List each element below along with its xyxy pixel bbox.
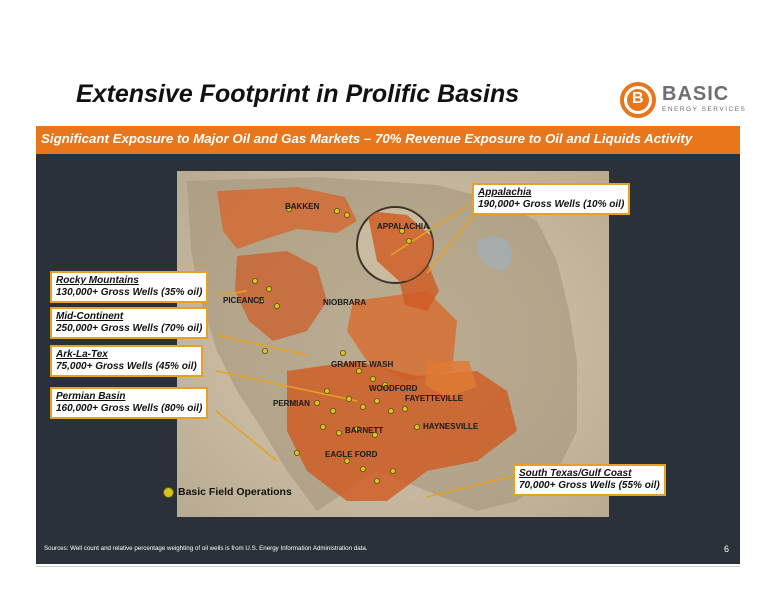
field-marker: [369, 375, 376, 382]
field-marker: [343, 457, 350, 464]
basic-energy-logo: B BASIC ENERGY SERVICES: [620, 80, 745, 120]
footer-rule: [36, 566, 740, 567]
label-bakken: BAKKEN: [285, 202, 319, 211]
callout-ark-la-tex-name: Ark-La-Tex: [56, 349, 108, 360]
callout-appalachia: Appalachia 190,000+ Gross Wells (10% oil…: [472, 183, 631, 215]
label-woodford: WOODFORD: [369, 384, 418, 393]
field-marker: [335, 429, 342, 436]
field-marker: [405, 238, 412, 245]
field-marker: [252, 278, 259, 285]
label-barnett: BARNETT: [345, 426, 383, 435]
label-granite-wash: GRANITE WASH: [331, 360, 393, 369]
callout-south-texas-detail: 70,000+ Gross Wells (55% oil): [519, 480, 660, 491]
field-marker: [294, 449, 301, 456]
legend-label: Basic Field Operations: [178, 486, 292, 498]
label-niobrara: NIOBRARA: [323, 298, 366, 307]
callout-ark-la-tex: Ark-La-Tex 75,000+ Gross Wells (45% oil): [50, 345, 203, 377]
label-fayetteville: FAYETTEVILLE: [405, 394, 464, 403]
field-marker: [339, 349, 346, 356]
callout-ark-la-tex-detail: 75,000+ Gross Wells (45% oil): [56, 361, 197, 372]
field-marker: [313, 399, 320, 406]
callout-mid-continent-name: Mid-Continent: [56, 311, 124, 322]
label-haynesville: HAYNESVILLE: [423, 422, 479, 431]
field-marker: [359, 465, 366, 472]
field-marker: [355, 367, 362, 374]
label-appalachia: APPALACHIA: [377, 222, 429, 231]
field-marker: [329, 407, 336, 414]
callout-south-texas-name: South Texas/Gulf Coast: [519, 468, 632, 479]
field-marker: [323, 387, 330, 394]
field-marker: [373, 477, 380, 484]
banner-text: Significant Exposure to Major Oil and Ga…: [41, 131, 693, 146]
page-number: 6: [724, 544, 730, 554]
callout-permian-basin-detail: 160,000+ Gross Wells (80% oil): [56, 403, 203, 414]
field-marker: [387, 407, 394, 414]
callout-permian-basin-name: Permian Basin: [56, 391, 126, 402]
field-marker: [413, 423, 420, 430]
label-permian: PERMIAN: [273, 399, 310, 408]
field-marker: [401, 405, 408, 412]
callout-south-texas: South Texas/Gulf Coast 70,000+ Gross Wel…: [513, 464, 666, 496]
field-marker: [262, 347, 269, 354]
field-marker: [389, 467, 396, 474]
subtitle-banner: Significant Exposure to Major Oil and Ga…: [36, 126, 740, 154]
field-marker: [266, 286, 273, 293]
label-eagle-ford: EAGLE FORD: [325, 450, 378, 459]
callout-mid-continent: Mid-Continent 250,000+ Gross Wells (70% …: [50, 307, 209, 339]
callout-permian-basin: Permian Basin 160,000+ Gross Wells (80% …: [50, 387, 209, 419]
logo-letter: B: [632, 90, 644, 107]
field-marker-icon: [163, 487, 174, 498]
callout-rocky-mountains: Rocky Mountains 130,000+ Gross Wells (35…: [50, 271, 209, 303]
label-piceance: PICEANCE: [223, 296, 265, 305]
logo-tagline: ENERGY SERVICES: [662, 106, 747, 113]
callout-appalachia-detail: 190,000+ Gross Wells (10% oil): [478, 199, 625, 210]
field-marker: [345, 395, 352, 402]
field-marker: [319, 423, 326, 430]
callout-rocky-mountains-detail: 130,000+ Gross Wells (35% oil): [56, 287, 203, 298]
field-marker: [333, 208, 340, 215]
field-marker: [343, 212, 350, 219]
logo-wordmark: BASIC: [662, 83, 730, 105]
page-title: Extensive Footprint in Prolific Basins: [76, 80, 520, 108]
field-marker: [274, 302, 281, 309]
callout-rocky-mountains-name: Rocky Mountains: [56, 275, 139, 286]
callout-mid-continent-detail: 250,000+ Gross Wells (70% oil): [56, 323, 203, 334]
callout-appalachia-name: Appalachia: [478, 187, 532, 198]
sources-note: Sources: Well count and relative percent…: [44, 545, 368, 552]
field-marker: [359, 403, 366, 410]
field-marker: [373, 397, 380, 404]
